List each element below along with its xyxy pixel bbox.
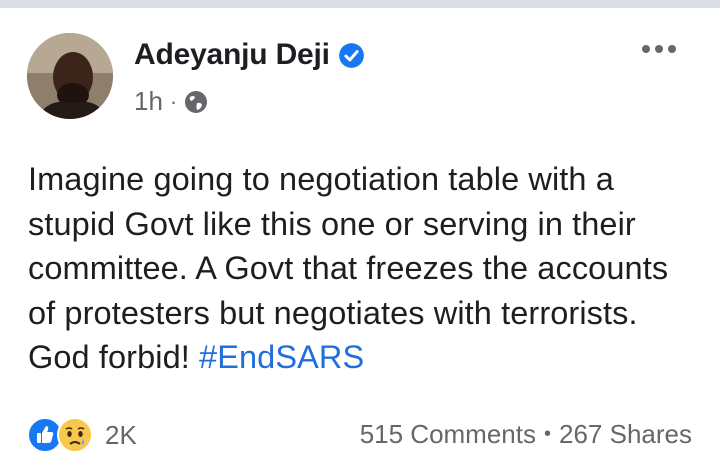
- stats-separator: •: [544, 423, 552, 445]
- author-name[interactable]: Adeyanju Deji: [134, 38, 330, 72]
- globe-icon: [185, 90, 208, 113]
- sad-reaction-icon: [57, 417, 93, 453]
- more-options-icon[interactable]: [640, 42, 678, 56]
- reaction-count: 2K: [105, 419, 137, 450]
- shares-count-link[interactable]: 267 Shares: [559, 419, 692, 450]
- verified-badge-icon: [338, 42, 364, 68]
- comments-count-link[interactable]: 515 Comments: [360, 419, 536, 450]
- meta-separator: ·: [169, 88, 178, 114]
- post-body: Imagine going to negotiation table with …: [28, 157, 698, 380]
- engagement-stats: 515 Comments • 267 Shares: [360, 419, 692, 450]
- top-divider: [0, 0, 720, 8]
- avatar[interactable]: [27, 33, 113, 119]
- hashtag-link[interactable]: #EndSARS: [199, 339, 364, 375]
- reactions-summary[interactable]: 2K: [27, 417, 137, 453]
- avatar-image: [27, 33, 113, 119]
- post-timestamp[interactable]: 1h: [134, 86, 163, 117]
